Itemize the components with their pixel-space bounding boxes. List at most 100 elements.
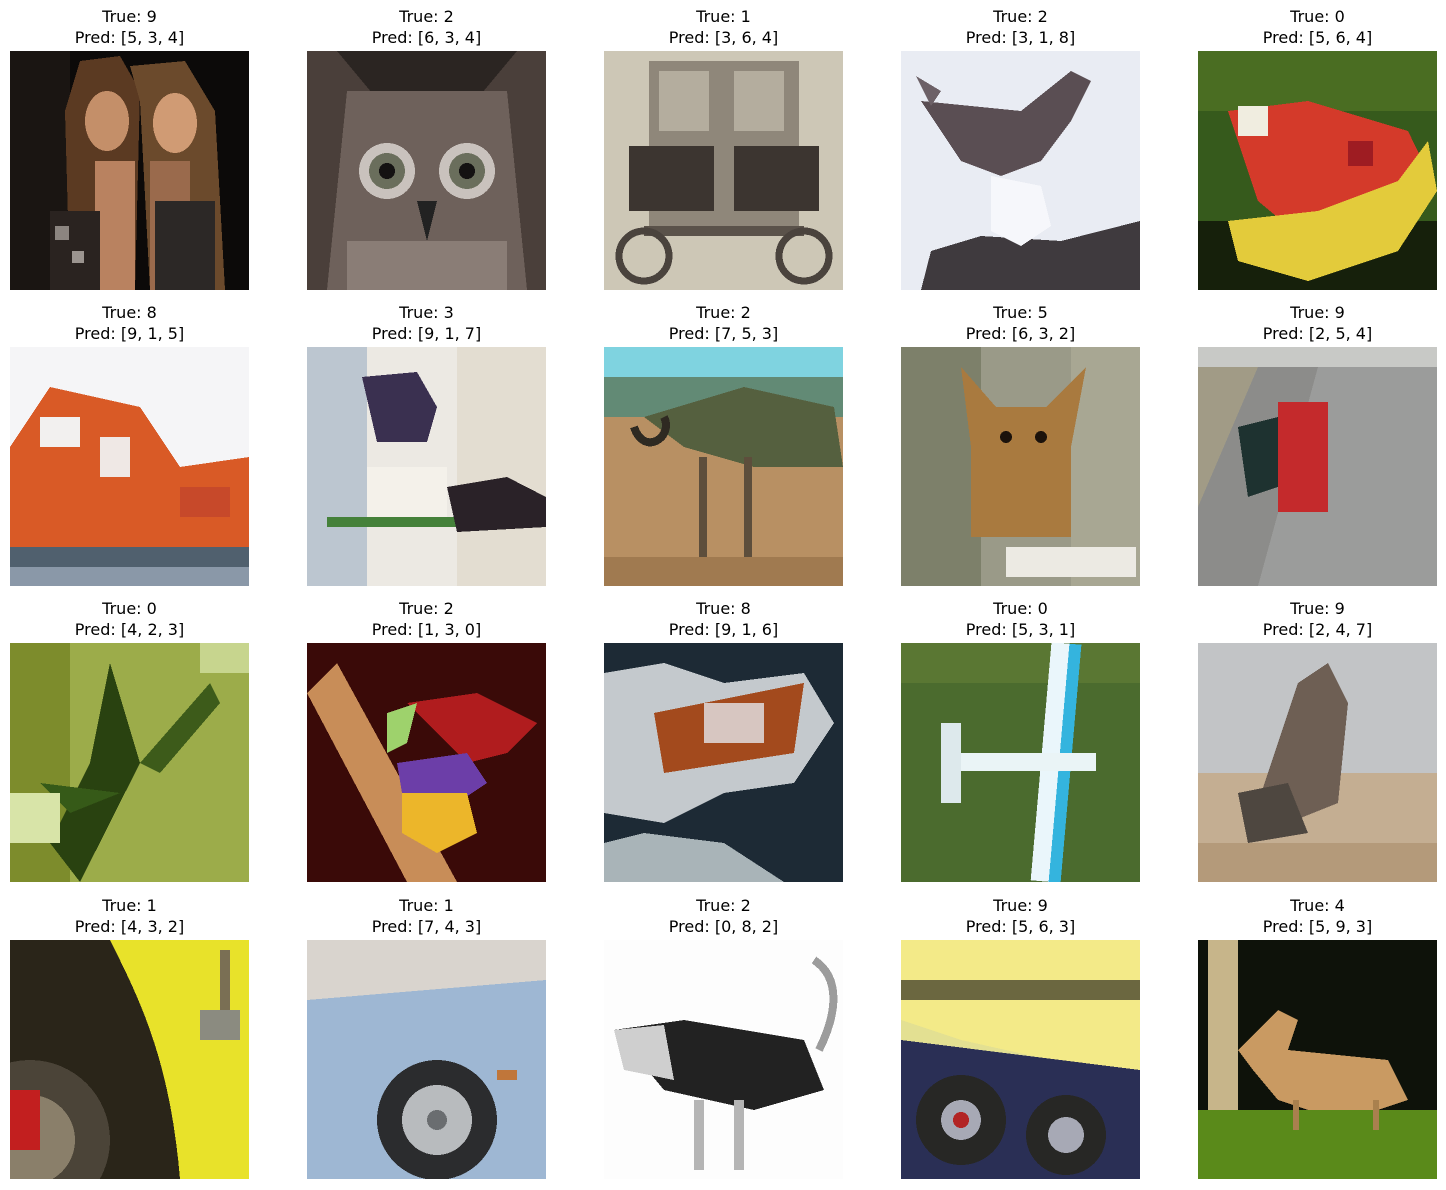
grid-panel: True: 2 Pred: [1, 3, 0] <box>307 598 546 882</box>
pred-label: Pred: [2, 4, 7] <box>1262 620 1373 639</box>
true-label: True: 0 <box>993 599 1048 618</box>
grid-panel: True: 2 Pred: [0, 8, 2] <box>604 895 843 1179</box>
panel-caption: True: 2 Pred: [0, 8, 2] <box>604 895 843 939</box>
panel-caption: True: 2 Pred: [6, 3, 4] <box>307 6 546 50</box>
grid-panel: True: 8 Pred: [9, 1, 6] <box>604 598 843 882</box>
true-label: True: 4 <box>1290 896 1345 915</box>
true-label: True: 9 <box>1290 303 1345 322</box>
pred-label: Pred: [5, 9, 3] <box>1262 917 1373 936</box>
boat-on-water-photo <box>604 643 843 882</box>
true-label: True: 2 <box>399 7 454 26</box>
grid-panel: True: 4 Pred: [5, 9, 3] <box>1198 895 1437 1179</box>
true-label: True: 9 <box>993 896 1048 915</box>
panel-caption: True: 1 Pred: [3, 6, 4] <box>604 6 843 50</box>
pred-label: Pred: [1, 3, 0] <box>371 620 482 639</box>
pred-label: Pred: [4, 3, 2] <box>74 917 185 936</box>
grid-panel: True: 0 Pred: [5, 6, 4] <box>1198 6 1437 290</box>
thumbnail-image <box>1198 643 1437 882</box>
grid-panel: True: 1 Pred: [4, 3, 2] <box>10 895 249 1179</box>
thumbnail-image <box>307 51 546 290</box>
grid-panel: True: 9 Pred: [2, 4, 7] <box>1198 598 1437 882</box>
true-label: True: 8 <box>696 599 751 618</box>
pred-label: Pred: [5, 6, 4] <box>1262 28 1373 47</box>
red-yellow-airplane-on-grass-photo <box>1198 51 1437 290</box>
colorful-finch-photo <box>307 643 546 882</box>
panel-caption: True: 9 Pred: [5, 3, 4] <box>10 6 249 50</box>
thumbnail-image <box>10 51 249 290</box>
prediction-grid: True: 9 Pred: [5, 3, 4] True: 2 Pred: [6, … <box>0 0 1446 1190</box>
panel-caption: True: 0 Pred: [5, 6, 4] <box>1198 6 1437 50</box>
panel-caption: True: 3 Pred: [9, 1, 7] <box>307 302 546 346</box>
panel-caption: True: 2 Pred: [1, 3, 0] <box>307 598 546 642</box>
thumbnail-image <box>604 51 843 290</box>
grid-panel: True: 9 Pred: [2, 5, 4] <box>1198 302 1437 586</box>
pred-label: Pred: [6, 3, 2] <box>965 324 1076 343</box>
true-label: True: 3 <box>399 303 454 322</box>
red-truck-on-road-photo <box>1198 347 1437 586</box>
pred-label: Pred: [2, 5, 4] <box>1262 324 1373 343</box>
true-label: True: 9 <box>1290 599 1345 618</box>
panel-caption: True: 8 Pred: [9, 1, 5] <box>10 302 249 346</box>
pred-label: Pred: [7, 4, 3] <box>371 917 482 936</box>
rearing-horse-photo <box>1198 643 1437 882</box>
pred-label: Pred: [5, 6, 3] <box>965 917 1076 936</box>
thumbnail-image <box>10 643 249 882</box>
true-label: True: 2 <box>399 599 454 618</box>
thumbnail-image <box>901 643 1140 882</box>
panel-caption: True: 9 Pred: [5, 6, 3] <box>901 895 1140 939</box>
pred-label: Pred: [3, 6, 4] <box>668 28 779 47</box>
grid-panel: True: 3 Pred: [9, 1, 7] <box>307 302 546 586</box>
grid-panel: True: 9 Pred: [5, 6, 3] <box>901 895 1140 1179</box>
true-label: True: 0 <box>1290 7 1345 26</box>
thumbnail-image <box>901 51 1140 290</box>
panel-caption: True: 2 Pred: [3, 1, 8] <box>901 6 1140 50</box>
grid-panel: True: 0 Pred: [5, 3, 1] <box>901 598 1140 882</box>
thumbnail-image <box>10 940 249 1179</box>
panel-caption: True: 4 Pred: [5, 9, 3] <box>1198 895 1437 939</box>
grid-panel: True: 2 Pred: [7, 5, 3] <box>604 302 843 586</box>
bird-reflection-photo <box>901 51 1140 290</box>
thumbnail-image <box>604 643 843 882</box>
panel-caption: True: 5 Pred: [6, 3, 2] <box>901 302 1140 346</box>
grid-panel: True: 1 Pred: [3, 6, 4] <box>604 6 843 290</box>
panel-caption: True: 8 Pred: [9, 1, 6] <box>604 598 843 642</box>
true-label: True: 1 <box>399 896 454 915</box>
grid-panel: True: 5 Pred: [6, 3, 2] <box>901 302 1140 586</box>
panel-caption: True: 1 Pred: [4, 3, 2] <box>10 895 249 939</box>
panel-caption: True: 9 Pred: [2, 4, 7] <box>1198 598 1437 642</box>
thumbnail-image <box>307 643 546 882</box>
airplane-over-grass-photo <box>901 643 1140 882</box>
deer-on-grass-photo <box>1198 940 1437 1179</box>
thumbnail-image <box>604 940 843 1179</box>
panel-caption: True: 0 Pred: [4, 2, 3] <box>10 598 249 642</box>
chihuahua-dog-photo <box>901 347 1140 586</box>
thumbnail-image <box>604 347 843 586</box>
yellow-car-wheel-photo <box>10 940 249 1179</box>
ostrich-white-background-photo <box>604 940 843 1179</box>
panel-caption: True: 1 Pred: [7, 4, 3] <box>307 895 546 939</box>
thumbnail-image <box>10 347 249 586</box>
thumbnail-image <box>1198 347 1437 586</box>
pred-label: Pred: [9, 1, 6] <box>668 620 779 639</box>
panel-caption: True: 2 Pred: [7, 5, 3] <box>604 302 843 346</box>
ostrich-in-savanna-photo <box>604 347 843 586</box>
panel-caption: True: 0 Pred: [5, 3, 1] <box>901 598 1140 642</box>
grid-panel: True: 8 Pred: [9, 1, 5] <box>10 302 249 586</box>
pred-label: Pred: [6, 3, 4] <box>371 28 482 47</box>
blue-car-wheel-photo <box>307 940 546 1179</box>
vintage-automobile-photo <box>604 51 843 290</box>
thumbnail-image <box>307 347 546 586</box>
two-women-photo <box>10 51 249 290</box>
grid-panel: True: 2 Pred: [6, 3, 4] <box>307 6 546 290</box>
true-label: True: 1 <box>696 7 751 26</box>
thumbnail-image <box>307 940 546 1179</box>
pred-label: Pred: [7, 5, 3] <box>668 324 779 343</box>
pred-label: Pred: [5, 3, 1] <box>965 620 1076 639</box>
owl-face-photo <box>307 51 546 290</box>
pred-label: Pred: [9, 1, 5] <box>74 324 185 343</box>
grid-panel: True: 1 Pred: [7, 4, 3] <box>307 895 546 1179</box>
plant-leaves-photo <box>10 643 249 882</box>
true-label: True: 9 <box>102 7 157 26</box>
yellow-truck-wheels-photo <box>901 940 1140 1179</box>
pred-label: Pred: [9, 1, 7] <box>371 324 482 343</box>
